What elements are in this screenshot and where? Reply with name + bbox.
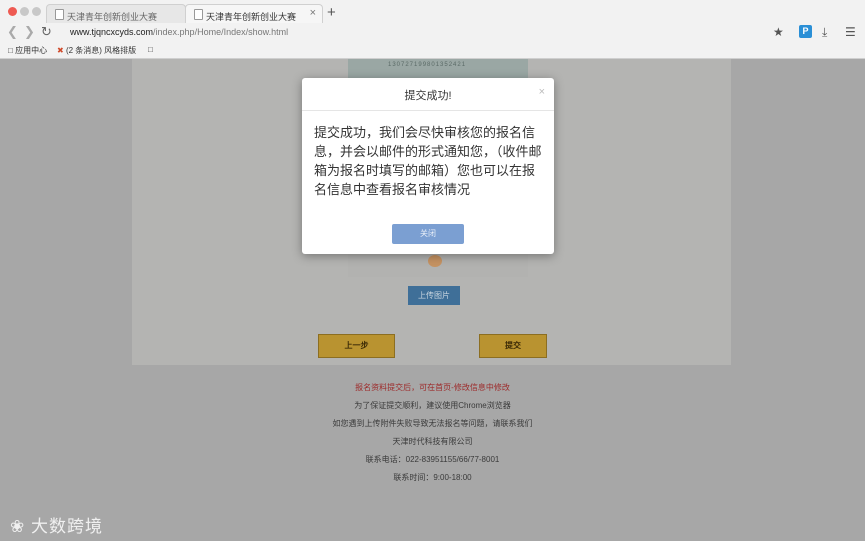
tab-close-icon[interactable]: ×: [310, 7, 316, 19]
footer-note-contact: 如您遇到上传附件失败导致无法报名等问题，请联系我们: [332, 419, 533, 428]
bookmark-label: 应用中心: [15, 46, 48, 55]
window-zoom-button[interactable]: [32, 7, 41, 16]
dialog-close-button[interactable]: 关闭: [392, 224, 464, 244]
footer-note-browser: 为了保证提交顺利，建议使用Chrome浏览器: [354, 401, 511, 410]
extension-p-icon[interactable]: P: [799, 25, 812, 38]
url-path: /index.php/Home/Index/show.html: [153, 27, 289, 37]
document-icon[interactable]: □: [148, 45, 153, 54]
watermark-text: 大数跨境: [30, 517, 103, 536]
dialog-header: 提交成功! ×: [302, 78, 554, 111]
puzzle-icon: ✖: [57, 46, 64, 55]
document-icon: [55, 9, 64, 20]
window-close-button[interactable]: [8, 7, 17, 16]
tab-2[interactable]: 天津青年创新创业大赛 ×: [185, 4, 323, 23]
upload-image-button[interactable]: 上传图片: [408, 286, 460, 305]
star-icon[interactable]: ★: [773, 25, 784, 39]
document-icon: [194, 9, 203, 20]
url-host: www.tjqncxcyds.com: [70, 27, 154, 37]
bookmark-style-layout[interactable]: ✖ (2 条消息) 风格排版: [57, 45, 136, 56]
forward-icon[interactable]: ❯: [24, 24, 35, 40]
watermark-logo: ❀ 大数跨境: [10, 512, 103, 537]
menu-icon[interactable]: ☰: [845, 25, 856, 39]
previous-step-button[interactable]: 上一步: [318, 334, 395, 358]
folder-icon: □: [8, 46, 13, 55]
bookmark-label: (2 条消息) 风格排版: [65, 46, 137, 55]
id-card-strip: 130727199801352421: [348, 59, 528, 79]
new-tab-button[interactable]: +: [327, 4, 336, 21]
logo-icon: ❀: [10, 517, 26, 536]
dialog-message: 提交成功，我们会尽快审核您的报名信息，并会以邮件的形式通知您，（收件邮箱为报名时…: [314, 125, 542, 197]
success-dialog: 提交成功! × 提交成功，我们会尽快审核您的报名信息，并会以邮件的形式通知您，（…: [302, 78, 554, 254]
bookmark-apps[interactable]: □ 应用中心: [8, 45, 47, 56]
submit-button[interactable]: 提交: [479, 334, 547, 358]
back-icon[interactable]: ❮: [7, 24, 18, 40]
tab-1[interactable]: 天津青年创新创业大赛: [46, 4, 186, 23]
url-field[interactable]: www.tjqncxcyds.com/index.php/Home/Index/…: [70, 27, 288, 37]
bookmarks-bar: □ 应用中心 ✖ (2 条消息) 风格排版 □: [0, 42, 865, 58]
window-minimize-button[interactable]: [20, 7, 29, 16]
seal-icon: [428, 255, 442, 267]
footer-note-edit: 报名资料提交后，可在首页-修改信息中修改: [355, 383, 510, 392]
browser-chrome: 天津青年创新创业大赛 天津青年创新创业大赛 × + ❮ ❯ ↻ www.tjqn…: [0, 0, 865, 59]
reload-icon[interactable]: ↻: [41, 24, 52, 40]
footer-phone: 联系电话：022-83951155/66/77-8001: [365, 455, 500, 464]
id-number: 130727199801352421: [388, 62, 467, 68]
tab-strip: 天津青年创新创业大赛 天津青年创新创业大赛 × +: [0, 0, 865, 23]
footer-hours: 联系时间：9:00-18:00: [393, 473, 472, 482]
download-icon[interactable]: ⤓: [822, 25, 827, 40]
address-bar-row: ❮ ❯ ↻ www.tjqncxcyds.com/index.php/Home/…: [0, 22, 865, 42]
close-icon[interactable]: ×: [539, 86, 545, 98]
dialog-title: 提交成功!: [404, 90, 452, 102]
footer-company: 天津时代科技有限公司: [392, 437, 473, 446]
